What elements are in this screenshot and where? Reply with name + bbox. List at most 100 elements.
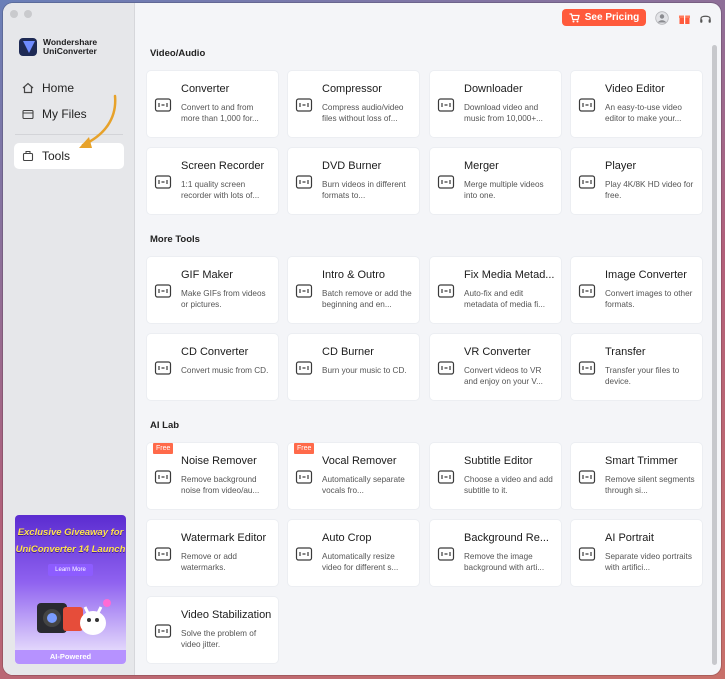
- stabilization-icon: [154, 622, 172, 640]
- free-badge: Free: [153, 443, 174, 454]
- tool-card-description: Convert music from CD.: [181, 366, 269, 375]
- tool-card[interactable]: Screen Recorder 1:1 quality screen record…: [147, 148, 278, 214]
- tool-card-description: Choose a video and add subtitle to it.: [464, 475, 553, 495]
- tool-card[interactable]: CD Burner Burn your music to CD.: [288, 334, 419, 400]
- compressor-icon: [295, 96, 313, 114]
- tool-card-description: Automatically resize video for different…: [322, 552, 399, 572]
- tool-card-description: An easy-to-use video editor to make your…: [605, 103, 682, 123]
- scroll-thumb[interactable]: [712, 45, 717, 665]
- tool-card-title: Auto Crop: [322, 532, 372, 544]
- tool-card-title: Compressor: [322, 83, 382, 95]
- gift-icon[interactable]: [676, 10, 692, 26]
- tool-card[interactable]: Video Stabilization Solve the problem of …: [147, 597, 278, 663]
- tool-card[interactable]: Background Re... Remove the image backgro…: [430, 520, 561, 586]
- learn-more-button[interactable]: Learn More: [48, 564, 93, 576]
- camera-gift-icon: [37, 599, 111, 635]
- image-icon: [578, 282, 596, 300]
- tool-card[interactable]: Free Noise Remover Remove background noise…: [147, 443, 278, 509]
- cd-converter-icon: [154, 359, 172, 377]
- tool-card[interactable]: Auto Crop Automatically resize video for …: [288, 520, 419, 586]
- cart-icon: [569, 12, 580, 22]
- tool-card[interactable]: Compressor Compress audio/video files wit…: [288, 71, 419, 137]
- sidebar: Wondershare UniConverter Home My Files T…: [3, 3, 135, 675]
- tool-card-description: Remove or add watermarks.: [181, 552, 237, 572]
- tool-card-description: Remove the image background with arti...: [464, 552, 545, 572]
- tool-card-title: GIF Maker: [181, 269, 233, 281]
- user-icon[interactable]: [654, 10, 670, 26]
- tool-card-title: CD Converter: [181, 346, 249, 358]
- close-window-button[interactable]: [10, 10, 18, 18]
- tool-card[interactable]: Smart Trimmer Remove silent segments thro…: [571, 443, 702, 509]
- tool-card-description: Remove background noise from video/au...: [181, 475, 260, 495]
- player-icon: [578, 173, 596, 191]
- sidebar-item-label: Tools: [42, 149, 71, 163]
- tool-card-description: Separate video portraits with artifici..…: [605, 552, 692, 572]
- tool-card[interactable]: CD Converter Convert music from CD.: [147, 334, 278, 400]
- tool-card-description: Burn videos in different formats to...: [322, 180, 406, 200]
- screen-recorder-icon: [154, 173, 172, 191]
- tool-card-description: Transfer your files to device.: [605, 366, 680, 386]
- see-pricing-label: See Pricing: [584, 12, 640, 23]
- tool-card-title: Intro & Outro: [322, 269, 385, 281]
- arrow-annotation-icon: [79, 94, 117, 148]
- gif-icon: [154, 282, 172, 300]
- home-icon: [22, 82, 34, 94]
- tool-card[interactable]: Downloader Download video and music from …: [430, 71, 561, 137]
- tool-card[interactable]: Intro & Outro Batch remove or add the beg…: [288, 257, 419, 323]
- tool-card-title: Smart Trimmer: [605, 455, 678, 467]
- intro-outro-icon: [295, 282, 313, 300]
- tool-card[interactable]: GIF Maker Make GIFs from videos or pictur…: [147, 257, 278, 323]
- tool-card-description: Batch remove or add the beginning and en…: [322, 289, 412, 309]
- tool-card-title: DVD Burner: [322, 160, 382, 172]
- tool-card-title: AI Portrait: [605, 532, 654, 544]
- vocal-icon: [295, 468, 313, 486]
- tool-card[interactable]: AI Portrait Separate video portraits with…: [571, 520, 702, 586]
- tool-card[interactable]: Player Play 4K/8K HD video for free.: [571, 148, 702, 214]
- tool-card-description: Convert videos to VR and enjoy on your V…: [464, 366, 543, 386]
- tool-card-description: Merge multiple videos into one.: [464, 180, 544, 200]
- converter-icon: [154, 96, 172, 114]
- tool-card-title: Transfer: [605, 346, 646, 358]
- tool-card-title: Fix Media Metad...: [464, 269, 555, 281]
- see-pricing-button[interactable]: See Pricing: [562, 9, 646, 26]
- tools-panel: Video/Audio More Tools AI Lab Converter C…: [135, 37, 710, 675]
- tool-card[interactable]: Subtitle Editor Choose a video and add su…: [430, 443, 561, 509]
- promo-title-line1: Exclusive Giveaway for: [17, 527, 124, 538]
- scrollbar[interactable]: [712, 45, 717, 665]
- sidebar-item-label: Home: [42, 81, 75, 95]
- tool-card-description: Compress audio/video files without loss …: [322, 103, 404, 123]
- tool-card-description: 1:1 quality screen recorder with lots of…: [181, 180, 260, 200]
- tool-card[interactable]: Watermark Editor Remove or add watermarks…: [147, 520, 278, 586]
- tool-card-title: Player: [605, 160, 637, 172]
- top-bar: See Pricing: [135, 3, 721, 37]
- tool-card[interactable]: Transfer Transfer your files to device.: [571, 334, 702, 400]
- tool-card[interactable]: Converter Convert to and from more than 1…: [147, 71, 278, 137]
- tool-card[interactable]: VR Converter Convert videos to VR and enj…: [430, 334, 561, 400]
- tool-card-description: Download video and music from 10,000+...: [464, 103, 543, 123]
- minimize-window-button[interactable]: [24, 10, 32, 18]
- tool-card-title: VR Converter: [464, 346, 531, 358]
- metadata-icon: [437, 282, 455, 300]
- tool-card-title: Screen Recorder: [181, 160, 265, 172]
- tool-card[interactable]: Image Converter Convert images to other f…: [571, 257, 702, 323]
- tool-card[interactable]: Video Editor An easy-to-use video editor …: [571, 71, 702, 137]
- downloader-icon: [437, 96, 455, 114]
- tool-card-description: Auto-fix and edit metadata of media fi..…: [464, 289, 546, 309]
- portrait-icon: [578, 545, 596, 563]
- promo-title-line2: UniConverter 14 Launch: [15, 544, 126, 555]
- tool-card-title: Vocal Remover: [322, 455, 397, 467]
- headset-icon[interactable]: [697, 10, 713, 26]
- tool-card-title: CD Burner: [322, 346, 374, 358]
- video-editor-icon: [578, 96, 596, 114]
- tool-card-title: Watermark Editor: [181, 532, 267, 544]
- transfer-icon: [578, 359, 596, 377]
- tool-card-description: Automatically separate vocals fro...: [322, 475, 405, 495]
- tool-card-title: Image Converter: [605, 269, 687, 281]
- tool-card[interactable]: Merger Merge multiple videos into one.: [430, 148, 561, 214]
- tool-card[interactable]: Free Vocal Remover Automatically separate …: [288, 443, 419, 509]
- tool-card[interactable]: DVD Burner Burn videos in different forma…: [288, 148, 419, 214]
- tool-card-title: Background Re...: [464, 532, 549, 544]
- promo-banner[interactable]: Exclusive Giveaway for UniConverter 14 L…: [15, 515, 126, 664]
- subtitle-icon: [437, 468, 455, 486]
- tool-card[interactable]: Fix Media Metad... Auto-fix and edit meta…: [430, 257, 561, 323]
